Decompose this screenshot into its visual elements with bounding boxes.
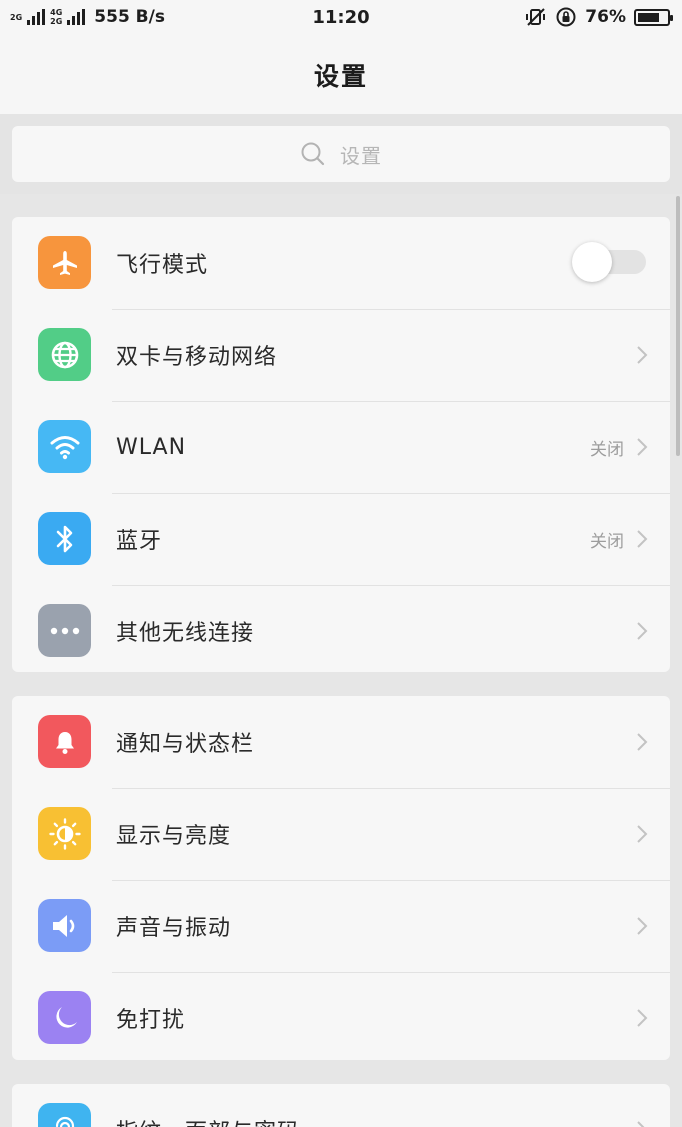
toggle-knob bbox=[572, 242, 612, 282]
globe-icon bbox=[38, 328, 91, 381]
settings-item-label: 通知与状态栏 bbox=[116, 732, 255, 757]
status-right: 76% bbox=[525, 6, 673, 28]
settings-item-airplane-mode[interactable]: 飞行模式 bbox=[12, 217, 670, 309]
settings-item-do-not-disturb[interactable]: 免打扰 bbox=[12, 972, 670, 1060]
settings-screen: 2G 4G 2G 555 B/s 11:20 76% 设置 设置 飞行模式 双卡… bbox=[0, 0, 682, 1127]
status-bar: 2G 4G 2G 555 B/s 11:20 76% bbox=[0, 0, 682, 36]
settings-item-label: 蓝牙 bbox=[116, 529, 163, 554]
title-bar: 设置 bbox=[0, 36, 682, 114]
battery-level bbox=[638, 12, 660, 22]
settings-item-label: 声音与振动 bbox=[116, 916, 232, 941]
chevron-right-icon bbox=[637, 622, 648, 640]
more-dots-icon bbox=[38, 604, 91, 657]
chevron-right-icon bbox=[637, 530, 648, 548]
settings-item-notifications[interactable]: 通知与状态栏 bbox=[12, 696, 670, 788]
settings-item-bluetooth[interactable]: 蓝牙 关闭 bbox=[12, 493, 670, 585]
chevron-right-icon bbox=[637, 1121, 645, 1127]
battery-percentage: 76% bbox=[585, 7, 626, 27]
speaker-icon bbox=[38, 899, 91, 952]
bluetooth-icon bbox=[38, 512, 91, 565]
settings-item-wlan[interactable]: WLAN 关闭 bbox=[12, 401, 670, 493]
settings-group-security: 指纹、面部与密码 bbox=[12, 1084, 670, 1127]
search-placeholder: 设置 bbox=[340, 143, 382, 168]
settings-item-sound[interactable]: 声音与振动 bbox=[12, 880, 670, 972]
airplane-icon bbox=[38, 236, 91, 289]
settings-item-label: 免打扰 bbox=[116, 1008, 186, 1033]
search-area: 设置 bbox=[0, 114, 682, 194]
bell-icon bbox=[38, 715, 91, 768]
settings-item-sim-network[interactable]: 双卡与移动网络 bbox=[12, 309, 670, 401]
settings-item-label: 飞行模式 bbox=[116, 253, 209, 278]
settings-item-label: 显示与亮度 bbox=[116, 824, 232, 849]
search-icon bbox=[301, 142, 325, 166]
wifi-icon bbox=[38, 420, 91, 473]
chevron-right-icon bbox=[637, 438, 648, 456]
wlan-status: 关闭 bbox=[590, 439, 624, 460]
chevron-right-icon bbox=[637, 917, 648, 935]
fingerprint-icon bbox=[38, 1103, 91, 1127]
chevron-right-icon bbox=[637, 1009, 648, 1027]
settings-group-connectivity: 飞行模式 双卡与移动网络 WLAN 关闭 蓝牙 关闭 其他无线连接 bbox=[12, 217, 670, 672]
chevron-right-icon bbox=[637, 825, 648, 843]
search-input[interactable]: 设置 bbox=[12, 126, 670, 182]
scrollbar[interactable] bbox=[676, 196, 680, 456]
moon-icon bbox=[38, 991, 91, 1044]
settings-item-label: 其他无线连接 bbox=[116, 621, 255, 646]
settings-item-label: WLAN bbox=[116, 434, 187, 460]
settings-group-display-sound: 通知与状态栏 显示与亮度 声音与振动 免打扰 bbox=[12, 696, 670, 1060]
page-title: 设置 bbox=[313, 62, 368, 91]
chevron-right-icon bbox=[637, 346, 648, 364]
brightness-icon bbox=[38, 807, 91, 860]
settings-item-other-wireless[interactable]: 其他无线连接 bbox=[12, 585, 670, 672]
bluetooth-status: 关闭 bbox=[590, 531, 624, 552]
vibrate-off-icon bbox=[526, 8, 546, 26]
settings-item-label: 双卡与移动网络 bbox=[116, 345, 278, 370]
settings-item-display[interactable]: 显示与亮度 bbox=[12, 788, 670, 880]
battery-icon bbox=[634, 8, 673, 26]
settings-item-label: 指纹、面部与密码 bbox=[116, 1114, 300, 1127]
settings-item-fingerprint[interactable]: 指纹、面部与密码 bbox=[12, 1084, 670, 1127]
airplane-mode-toggle[interactable] bbox=[572, 242, 648, 282]
chevron-right-icon bbox=[637, 733, 648, 751]
rotation-lock-icon bbox=[556, 7, 576, 27]
